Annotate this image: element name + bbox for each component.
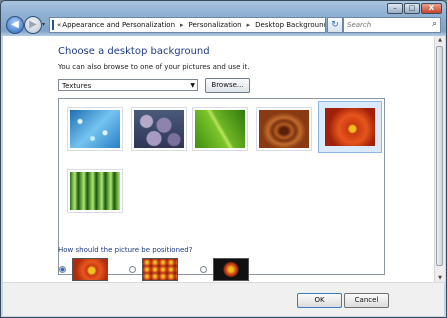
position-option-fit[interactable] <box>59 258 108 281</box>
cancel-button[interactable]: Cancel <box>344 293 389 308</box>
wallpaper-image <box>70 110 120 148</box>
wallpaper-image <box>134 110 184 148</box>
search-box[interactable]: ⌕ <box>343 17 441 33</box>
wallpaper-thumb-leaf[interactable] <box>192 107 248 151</box>
position-option-tile[interactable] <box>129 258 178 281</box>
picture-location-value: Textures <box>62 82 92 90</box>
position-option-center[interactable] <box>200 258 249 281</box>
wallpaper-image <box>325 108 375 146</box>
wallpaper-thumb-water-drops[interactable] <box>67 107 123 151</box>
forward-button[interactable]: ▶ <box>24 16 42 34</box>
breadcrumb-personalization[interactable]: Personalization <box>188 21 243 29</box>
wallpaper-thumb-wood[interactable] <box>256 107 312 151</box>
refresh-button[interactable]: ↻ <box>327 17 343 33</box>
browse-button[interactable]: Browse... <box>205 78 250 93</box>
scrollbar-thumb[interactable] <box>436 46 443 266</box>
wallpaper-thumb-stones[interactable] <box>131 107 187 151</box>
search-icon[interactable]: ⌕ <box>432 19 437 29</box>
scroll-down-icon[interactable]: ▼ <box>435 275 445 281</box>
picture-location-select[interactable]: Textures ▼ <box>58 79 198 91</box>
ok-button[interactable]: OK <box>297 293 342 308</box>
close-button[interactable]: X <box>421 3 442 14</box>
recent-pages-dropdown-icon[interactable]: ▾ <box>42 21 45 28</box>
wallpaper-thumb-bamboo[interactable] <box>67 169 123 213</box>
vertical-scrollbar[interactable]: ▲ ▼ <box>434 36 445 282</box>
fit-preview-image[interactable] <box>72 258 108 281</box>
center-preview-image[interactable] <box>213 258 249 281</box>
tile-preview-image[interactable] <box>142 258 178 281</box>
position-radio-tile[interactable] <box>129 266 136 273</box>
back-button[interactable]: ◀ <box>6 16 24 34</box>
address-bar[interactable]: « Appearance and Personalization ▸ Perso… <box>49 17 326 33</box>
position-question: How should the picture be positioned? <box>58 246 193 254</box>
control-panel-icon <box>52 20 54 30</box>
breadcrumb-desktop-background[interactable]: Desktop Background <box>254 21 325 29</box>
search-input[interactable] <box>344 18 428 32</box>
position-radio-fit[interactable] <box>59 266 66 273</box>
minimize-button[interactable]: – <box>387 3 403 14</box>
window: – □ X ◀ ▶ ▾ « Appearance and Personaliza… <box>0 0 447 318</box>
window-controls: – □ X <box>387 3 442 14</box>
wallpaper-image <box>259 110 309 148</box>
dialog-footer: OK Cancel <box>3 282 444 316</box>
wallpaper-image <box>195 110 245 148</box>
page-subtext: You can also browse to one of your pictu… <box>58 63 250 71</box>
content-pane: Choose a desktop background You can also… <box>3 36 445 282</box>
position-radio-center[interactable] <box>200 266 207 273</box>
maximize-button[interactable]: □ <box>404 3 420 14</box>
scroll-up-icon[interactable]: ▲ <box>435 37 445 43</box>
navigation-bar: ◀ ▶ ▾ « Appearance and Personalization ▸… <box>4 15 443 35</box>
breadcrumb-appearance[interactable]: Appearance and Personalization <box>61 21 176 29</box>
wallpaper-image <box>70 172 120 210</box>
breadcrumb-separator[interactable]: ▸ <box>243 21 255 29</box>
page-title: Choose a desktop background <box>58 46 210 57</box>
breadcrumb-separator[interactable]: ▸ <box>176 21 188 29</box>
wallpaper-thumb-red-daisy[interactable] <box>318 101 382 153</box>
chevron-down-icon[interactable]: ▼ <box>190 80 195 92</box>
